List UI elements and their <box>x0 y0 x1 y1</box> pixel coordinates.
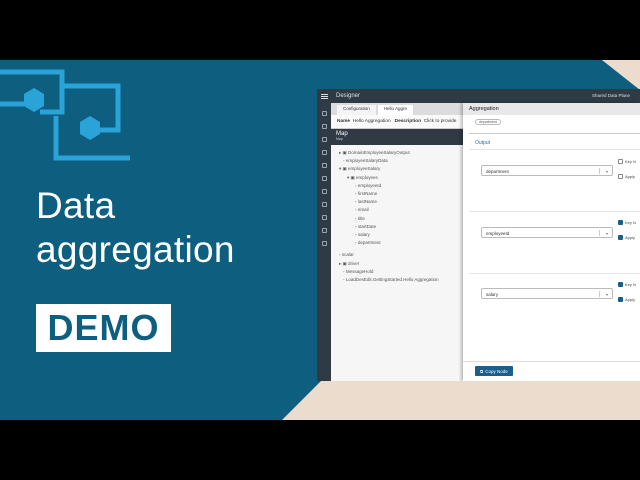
apply-checkbox-2[interactable]: Apply <box>618 235 635 240</box>
tree-item[interactable]: ◦ firstName <box>339 190 473 198</box>
tree-item[interactable]: ▾ ▣ employees <box>339 174 473 182</box>
app-header: Designer Shared Data Plane <box>317 89 640 103</box>
tree-item[interactable]: ◦ MessageHold <box>339 268 473 276</box>
map-header: Map Map <box>331 129 481 145</box>
tree-item[interactable]: ▸ ▣ driver <box>339 260 473 268</box>
tree-item[interactable]: ◦ salary <box>339 231 473 239</box>
tree-item[interactable]: ◦ employeeSalaryData <box>339 157 473 165</box>
tree-item[interactable]: ▾ ▣ employeeSalary <box>339 165 473 173</box>
key-checkbox-3[interactable]: Key N <box>618 282 636 287</box>
list-icon[interactable] <box>321 189 327 194</box>
link-icon[interactable] <box>321 124 327 129</box>
connector-icon[interactable] <box>321 137 327 142</box>
tree-item[interactable]: ◦ lastName <box>339 198 473 206</box>
name-label: Name <box>337 119 351 124</box>
title-line-2: aggregation <box>36 229 235 270</box>
name-value[interactable]: Hello Aggregation <box>353 119 391 124</box>
video-title-slide: Data aggregation DEMO Designer Shared Da… <box>0 60 640 420</box>
tree-item[interactable]: ◦ title <box>339 215 473 223</box>
output-select-2[interactable]: employeeId ▾ <box>481 227 613 238</box>
title-line-1: Data <box>36 185 116 226</box>
output-select-3[interactable]: salary ▾ <box>481 288 613 299</box>
selected-chip[interactable]: department <box>475 119 501 125</box>
apply-checkbox-3[interactable]: Apply <box>618 297 635 302</box>
tree-item[interactable]: ◦ LoadDesEdit.GettingStarted.Hello Aggre… <box>339 276 473 284</box>
settings-icon[interactable] <box>321 150 327 155</box>
designer-window: Designer Shared Data Plane Configuration… <box>317 89 640 381</box>
description-label: Description <box>394 119 422 124</box>
demo-badge: DEMO <box>36 304 171 352</box>
tab-configuration[interactable]: Configuration <box>337 105 376 115</box>
tree-item[interactable]: ◦ employeeId <box>339 182 473 190</box>
output-label: Output <box>475 140 491 146</box>
slide-title: Data aggregation <box>36 184 235 272</box>
tree-item[interactable]: ▸ ▣ DomainEmployeeSalaryOutput <box>339 149 473 157</box>
circuit-logo-icon <box>0 69 130 161</box>
key-checkbox-1[interactable]: Key N <box>618 159 636 164</box>
tree-item[interactable]: ◦ startDate <box>339 223 473 231</box>
app-title: Designer <box>336 93 361 99</box>
table-icon[interactable] <box>321 176 327 181</box>
folder-icon[interactable] <box>321 111 327 116</box>
chevron-down-icon: ▾ <box>605 292 608 297</box>
panel-footer: ⧉ Copy Node <box>463 361 640 381</box>
tab-hello-aggregation[interactable]: Hello Aggre <box>377 105 414 115</box>
apply-checkbox-1[interactable]: Apply <box>618 174 635 179</box>
copy-icon: ⧉ <box>480 368 484 374</box>
output-select-1[interactable]: department ▾ <box>481 165 613 176</box>
schema-tree: ▸ ▣ DomainEmployeeSalaryOutput ◦ employe… <box>331 145 481 288</box>
gear-icon[interactable] <box>321 228 327 233</box>
beige-corner-top <box>602 60 640 90</box>
description-value[interactable]: Click to provide <box>424 119 457 124</box>
divider <box>469 273 640 274</box>
key-checkbox-2[interactable]: Key N <box>618 220 636 225</box>
aggregation-panel: Aggregation department Output department… <box>463 103 640 381</box>
divider <box>469 211 640 212</box>
panel-title: Aggregation <box>463 103 640 115</box>
tree-item[interactable]: ◦ email <box>339 206 473 214</box>
box-icon[interactable] <box>321 202 327 207</box>
data-plane-label[interactable]: Shared Data Plane <box>592 93 630 98</box>
left-nav <box>317 103 331 381</box>
pin-icon[interactable] <box>321 163 327 168</box>
tree-item[interactable]: ◦ scalar <box>339 251 473 259</box>
divider <box>469 133 640 134</box>
square-icon[interactable] <box>321 241 327 246</box>
tree-item[interactable]: ◦ department <box>339 239 473 247</box>
beige-corner-bottom <box>282 380 640 420</box>
divider <box>469 149 640 150</box>
doc-icon[interactable] <box>321 215 327 220</box>
menu-icon[interactable] <box>321 93 328 99</box>
map-pane: Map Map ▸ ▣ DomainEmployeeSalaryOutput ◦… <box>331 129 481 381</box>
copy-node-button[interactable]: ⧉ Copy Node <box>475 366 513 376</box>
map-subtitle: Map <box>336 137 343 141</box>
chevron-down-icon: ▾ <box>605 231 608 236</box>
chevron-down-icon: ▾ <box>605 169 608 174</box>
